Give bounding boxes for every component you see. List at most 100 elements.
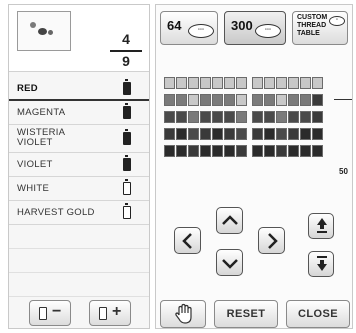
- thread-table-64-button[interactable]: 64 ▫▫▫: [160, 11, 218, 45]
- palette-color-cell[interactable]: [212, 94, 223, 106]
- thread-row-white[interactable]: WHITE: [9, 177, 149, 201]
- table-300-label: 300: [231, 18, 253, 33]
- plus-label: +: [112, 303, 122, 320]
- chevron-right-icon: [268, 233, 278, 249]
- palette-color-cell[interactable]: [288, 77, 299, 89]
- palette-color-cell[interactable]: [300, 111, 311, 123]
- palette-color-cell[interactable]: [224, 128, 235, 140]
- chevron-down-icon: [222, 259, 238, 269]
- spool-icon: [99, 307, 107, 320]
- palette-color-cell[interactable]: [288, 145, 299, 157]
- palette-color-cell[interactable]: [276, 145, 287, 157]
- palette-color-cell[interactable]: [276, 94, 287, 106]
- close-button[interactable]: CLOSE: [286, 300, 350, 328]
- palette-color-cell[interactable]: [200, 128, 211, 140]
- palette-color-cell[interactable]: [188, 77, 199, 89]
- down-arrow-button[interactable]: [216, 249, 243, 276]
- palette-color-cell[interactable]: [312, 77, 323, 89]
- palette-color-cell[interactable]: [212, 128, 223, 140]
- palette-color-cell[interactable]: [300, 145, 311, 157]
- thread-row-violet[interactable]: VIOLET: [9, 153, 149, 177]
- spool-filled-icon: [123, 155, 131, 171]
- thread-table-300-button[interactable]: 300 ▫▫▫: [224, 11, 286, 45]
- palette-color-cell[interactable]: [188, 111, 199, 123]
- palette-color-cell[interactable]: [164, 77, 175, 89]
- remove-thread-button[interactable]: −: [29, 300, 71, 326]
- palette-color-cell[interactable]: [236, 77, 247, 89]
- palette-color-cell[interactable]: [252, 77, 263, 89]
- palette-color-cell[interactable]: [264, 94, 275, 106]
- palette-color-cell[interactable]: [288, 94, 299, 106]
- thread-name: RED: [17, 83, 38, 94]
- palette-color-cell[interactable]: [236, 94, 247, 106]
- spool-set-icon: ▫▫▫: [188, 24, 214, 38]
- palette-color-cell[interactable]: [236, 111, 247, 123]
- palette-color-cell[interactable]: [252, 145, 263, 157]
- palette-color-cell[interactable]: [264, 111, 275, 123]
- reset-button[interactable]: RESET: [214, 300, 278, 328]
- palette-color-cell[interactable]: [264, 145, 275, 157]
- palette-color-cell[interactable]: [200, 145, 211, 157]
- palette-color-cell[interactable]: [252, 111, 263, 123]
- palette-color-cell[interactable]: [300, 94, 311, 106]
- right-arrow-button[interactable]: [258, 227, 285, 254]
- palette-color-cell[interactable]: [176, 128, 187, 140]
- palette-color-cell[interactable]: [312, 145, 323, 157]
- palette-color-cell[interactable]: [224, 77, 235, 89]
- palette-color-cell[interactable]: [276, 128, 287, 140]
- up-arrow-button[interactable]: [216, 207, 243, 234]
- thread-row-magenta[interactable]: MAGENTA: [9, 101, 149, 125]
- palette-color-cell[interactable]: [236, 145, 247, 157]
- palette-color-cell[interactable]: [224, 111, 235, 123]
- palette-color-cell[interactable]: [264, 128, 275, 140]
- palette-color-cell[interactable]: [176, 77, 187, 89]
- palette-color-cell[interactable]: [164, 94, 175, 106]
- palette-page-number: 50: [339, 167, 348, 176]
- scroll-down-icon: [317, 256, 327, 271]
- thread-name: HARVEST GOLD: [17, 207, 95, 218]
- palette-color-cell[interactable]: [188, 94, 199, 106]
- palette-color-cell[interactable]: [164, 128, 175, 140]
- total-color-count: 9: [122, 53, 130, 69]
- palette-color-cell[interactable]: [264, 77, 275, 89]
- palette-color-cell[interactable]: [300, 77, 311, 89]
- palette-color-cell[interactable]: [200, 77, 211, 89]
- scroll-down-button[interactable]: [308, 251, 334, 277]
- thread-name: VIOLET: [17, 159, 53, 170]
- palette-color-cell[interactable]: [176, 94, 187, 106]
- palette-color-cell[interactable]: [212, 145, 223, 157]
- palette-color-cell[interactable]: [276, 111, 287, 123]
- palette-color-cell[interactable]: [164, 145, 175, 157]
- palette-color-cell[interactable]: [188, 128, 199, 140]
- palette-color-cell[interactable]: [236, 128, 247, 140]
- palette-color-cell[interactable]: [200, 94, 211, 106]
- palette-color-cell[interactable]: [252, 94, 263, 106]
- palette-color-cell[interactable]: [176, 111, 187, 123]
- palette-color-cell[interactable]: [312, 94, 323, 106]
- palette-color-cell[interactable]: [188, 145, 199, 157]
- thread-row-harvest-gold[interactable]: HARVEST GOLD: [9, 201, 149, 225]
- left-arrow-button[interactable]: [174, 227, 201, 254]
- palette-color-cell[interactable]: [164, 111, 175, 123]
- palette-color-cell[interactable]: [252, 128, 263, 140]
- palette-color-cell[interactable]: [288, 111, 299, 123]
- custom-thread-table-button[interactable]: CUSTOM THREAD TABLE ▫: [292, 11, 348, 45]
- hand-scroll-button[interactable]: [160, 300, 206, 328]
- add-thread-button[interactable]: +: [89, 300, 131, 326]
- palette-color-cell[interactable]: [276, 77, 287, 89]
- palette-color-cell[interactable]: [212, 111, 223, 123]
- custom-table-icon: ▫: [329, 16, 345, 26]
- scroll-up-button[interactable]: [308, 213, 334, 239]
- palette-color-cell[interactable]: [200, 111, 211, 123]
- thread-row-wisteria-violet[interactable]: WISTERIA VIOLET: [9, 125, 149, 153]
- thread-row-red[interactable]: RED: [9, 77, 149, 101]
- palette-color-cell[interactable]: [224, 145, 235, 157]
- thread-name: WISTERIA VIOLET: [17, 127, 66, 148]
- palette-color-cell[interactable]: [288, 128, 299, 140]
- palette-color-cell[interactable]: [312, 128, 323, 140]
- palette-color-cell[interactable]: [176, 145, 187, 157]
- palette-color-cell[interactable]: [300, 128, 311, 140]
- palette-color-cell[interactable]: [212, 77, 223, 89]
- palette-color-cell[interactable]: [224, 94, 235, 106]
- palette-color-cell[interactable]: [312, 111, 323, 123]
